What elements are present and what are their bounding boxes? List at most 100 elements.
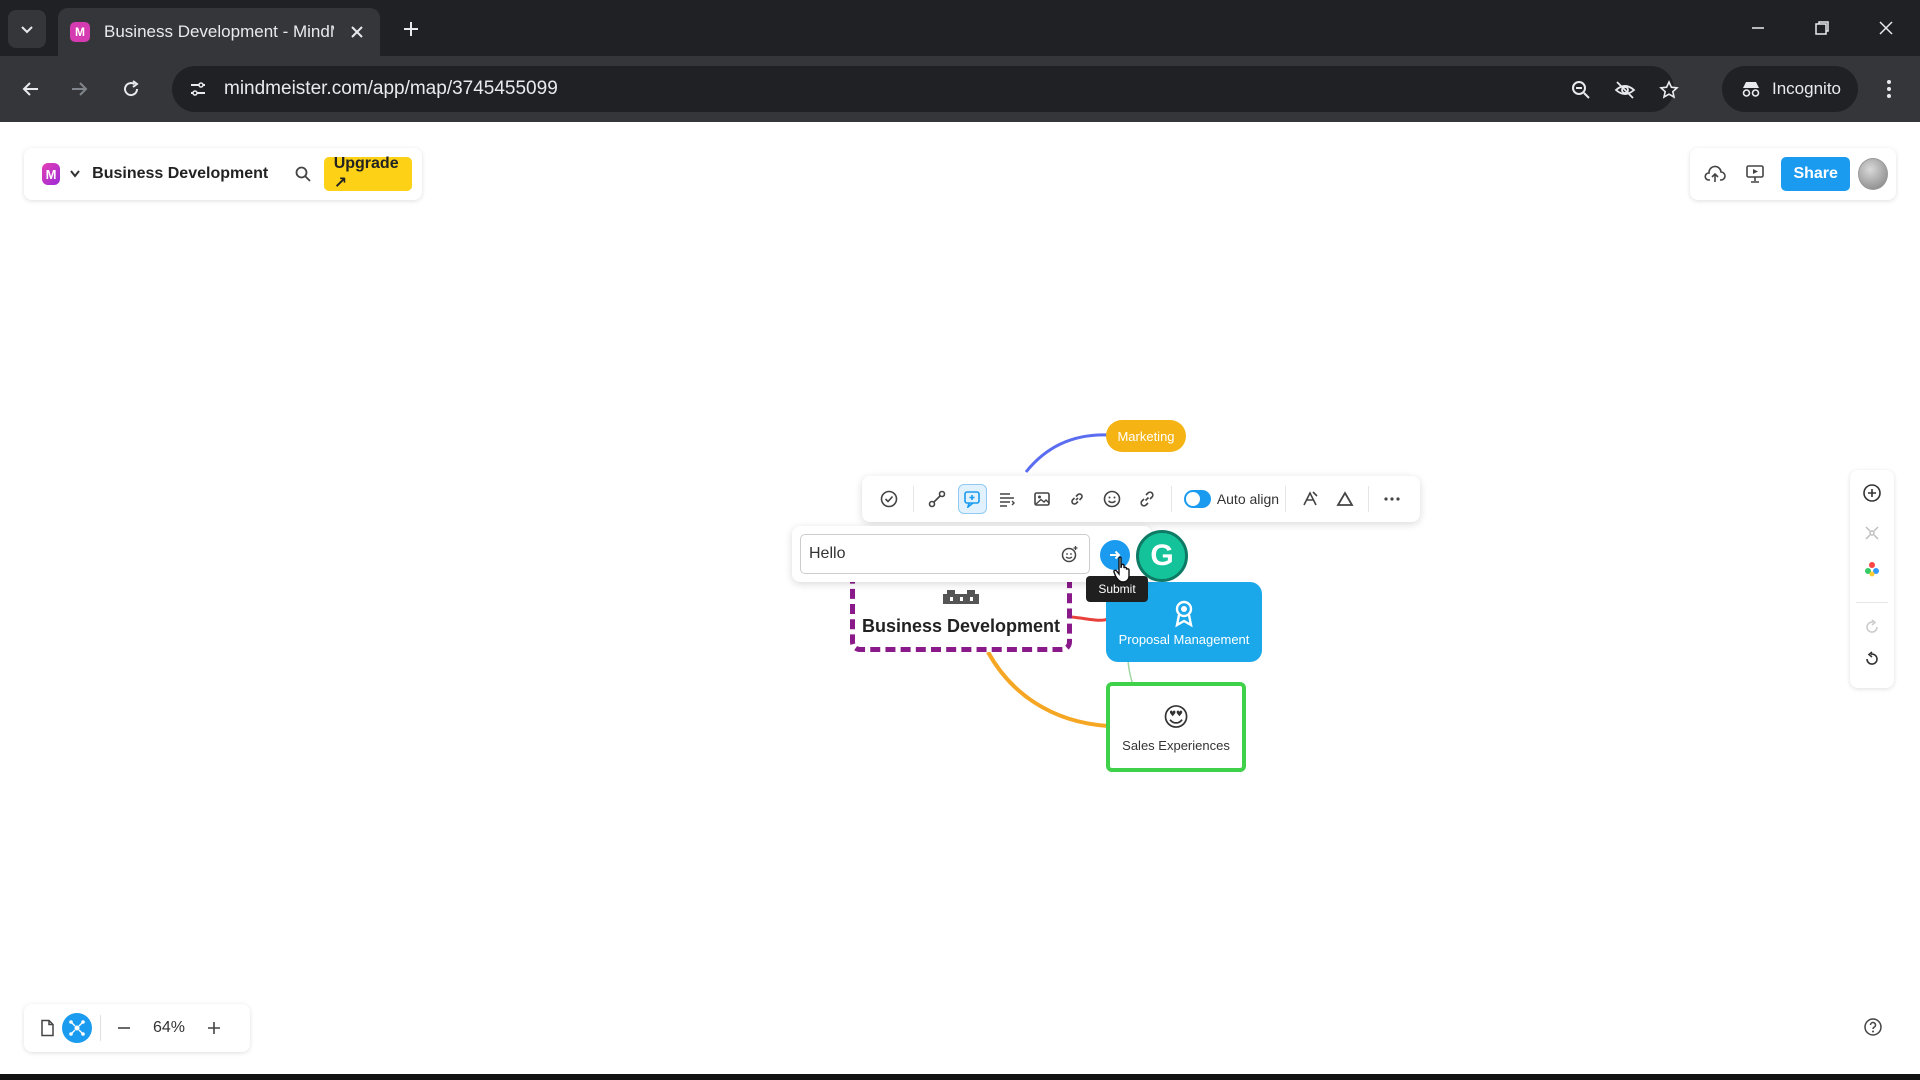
redo-button[interactable] [1857, 612, 1887, 642]
zoom-level[interactable]: 64% [149, 1019, 189, 1037]
back-button[interactable] [12, 70, 50, 108]
undo-button[interactable] [1857, 644, 1887, 674]
comment-input[interactable] [800, 534, 1090, 574]
auto-align-label: Auto align [1216, 491, 1280, 507]
bottom-edge [0, 1074, 1920, 1080]
presentation-icon [1745, 165, 1764, 183]
mindmap-layout-button[interactable] [1857, 518, 1887, 548]
site-info-button[interactable] [178, 69, 218, 109]
link-chain-icon [1071, 493, 1084, 505]
hand-cursor-icon [1113, 556, 1130, 583]
arrow-right-icon [72, 82, 88, 96]
toolbar-divider [1368, 486, 1369, 512]
comment-button[interactable] [957, 484, 987, 514]
comment-plus-icon [964, 491, 981, 508]
award-icon [1175, 600, 1193, 627]
grammarly-button[interactable]: G [1136, 530, 1188, 582]
tab-close-button[interactable] [346, 21, 368, 43]
more-horizontal-icon [1384, 497, 1401, 501]
browser-tab-active[interactable]: M Business Development - MindM [58, 8, 380, 56]
link-button[interactable] [1133, 484, 1162, 514]
help-button[interactable] [1860, 1014, 1886, 1040]
browser-menu-button[interactable] [1870, 70, 1908, 108]
close-icon [351, 26, 363, 38]
link-icon [1140, 491, 1154, 507]
map-title[interactable]: Business Development [92, 165, 268, 183]
presentation-button[interactable] [1738, 156, 1772, 192]
task-button[interactable] [875, 484, 904, 514]
style-button[interactable] [1295, 484, 1324, 514]
map-actions: Share [1690, 148, 1896, 200]
new-tab-button[interactable] [396, 14, 426, 44]
avatar[interactable] [1857, 158, 1888, 190]
share-button[interactable]: Share [1781, 157, 1850, 191]
triangle-icon [1335, 491, 1354, 506]
forward-button[interactable] [60, 70, 98, 108]
browser-toolbar: mindmeister.com/app/map/3745455099 Incog… [0, 56, 1920, 122]
connection-sales [986, 651, 1109, 728]
rail-divider [1856, 602, 1888, 603]
node-marketing[interactable]: Marketing [1106, 420, 1186, 452]
smiley-plus-icon [1061, 546, 1078, 563]
note-button[interactable] [993, 484, 1022, 514]
address-bar[interactable]: mindmeister.com/app/map/3745455099 [172, 66, 1679, 112]
map-menu-dropdown[interactable] [70, 170, 80, 178]
text-lines-icon [1000, 493, 1016, 507]
zoom-divider [100, 1015, 101, 1041]
close-icon [1879, 21, 1893, 35]
star-icon [1659, 80, 1679, 99]
restore-button[interactable] [1802, 10, 1842, 46]
mindmeister-logo[interactable]: M [42, 163, 61, 185]
zoom-button[interactable] [1564, 73, 1598, 107]
view-controls: 64% [24, 1004, 250, 1052]
theme-button[interactable] [1857, 554, 1887, 584]
node-sales-experiences[interactable]: 😍 Sales Experiences [1106, 682, 1246, 772]
reload-button[interactable] [112, 70, 150, 108]
zoom-out-button[interactable] [109, 1013, 139, 1043]
mindmeister-app: M Business Development Upgrade ↗ Share M… [0, 122, 1920, 1080]
mindmap-view-button[interactable] [62, 1013, 92, 1043]
arrow-left-icon [22, 82, 38, 96]
document-icon [41, 1019, 54, 1037]
image-button[interactable] [1028, 484, 1057, 514]
outline-view-button[interactable] [32, 1013, 62, 1043]
paint-icon [1302, 491, 1318, 506]
url-text: mindmeister.com/app/map/3745455099 [224, 78, 558, 99]
mindmap-icon [69, 1020, 85, 1036]
shape-button[interactable] [1330, 484, 1359, 514]
attachment-button[interactable] [1063, 484, 1092, 514]
connection-marketing [1024, 433, 1109, 473]
connection-proposal [1071, 615, 1109, 622]
export-button[interactable] [1698, 156, 1732, 192]
comment-popover [792, 526, 1152, 582]
node-root[interactable]: Business Development [850, 570, 1072, 652]
chevron-down-icon [21, 26, 33, 34]
emoji-button[interactable] [1098, 484, 1127, 514]
upgrade-button[interactable]: Upgrade ↗ [323, 155, 412, 192]
tab-title: Business Development - MindM [104, 22, 334, 41]
minimize-button[interactable] [1738, 10, 1778, 46]
window-close-button[interactable] [1866, 10, 1906, 46]
auto-align-toggle[interactable] [1183, 490, 1211, 508]
eye-off-icon [1614, 81, 1636, 99]
more-button[interactable] [1378, 484, 1407, 514]
connect-button[interactable] [923, 484, 952, 514]
right-toolbar [1850, 470, 1894, 688]
magnifier-icon [1572, 81, 1590, 99]
plus-icon [208, 1022, 220, 1034]
search-icon [295, 166, 311, 182]
comment-emoji-button[interactable] [1056, 540, 1084, 568]
incognito-indicator[interactable]: Incognito [1722, 66, 1858, 112]
restore-icon [1815, 21, 1829, 35]
add-topic-button[interactable] [1857, 478, 1887, 508]
tracking-protection-button[interactable] [1608, 73, 1642, 107]
mindmeister-favicon: M [70, 22, 90, 42]
mindmap-layout-icon [1865, 526, 1879, 540]
building-icon [943, 590, 979, 604]
tab-search-button[interactable] [8, 10, 46, 48]
search-button[interactable] [292, 161, 313, 187]
zoom-in-button[interactable] [199, 1013, 229, 1043]
map-header: M Business Development Upgrade ↗ [24, 148, 422, 200]
bookmark-button[interactable] [1652, 73, 1686, 107]
image-icon [1034, 492, 1051, 506]
